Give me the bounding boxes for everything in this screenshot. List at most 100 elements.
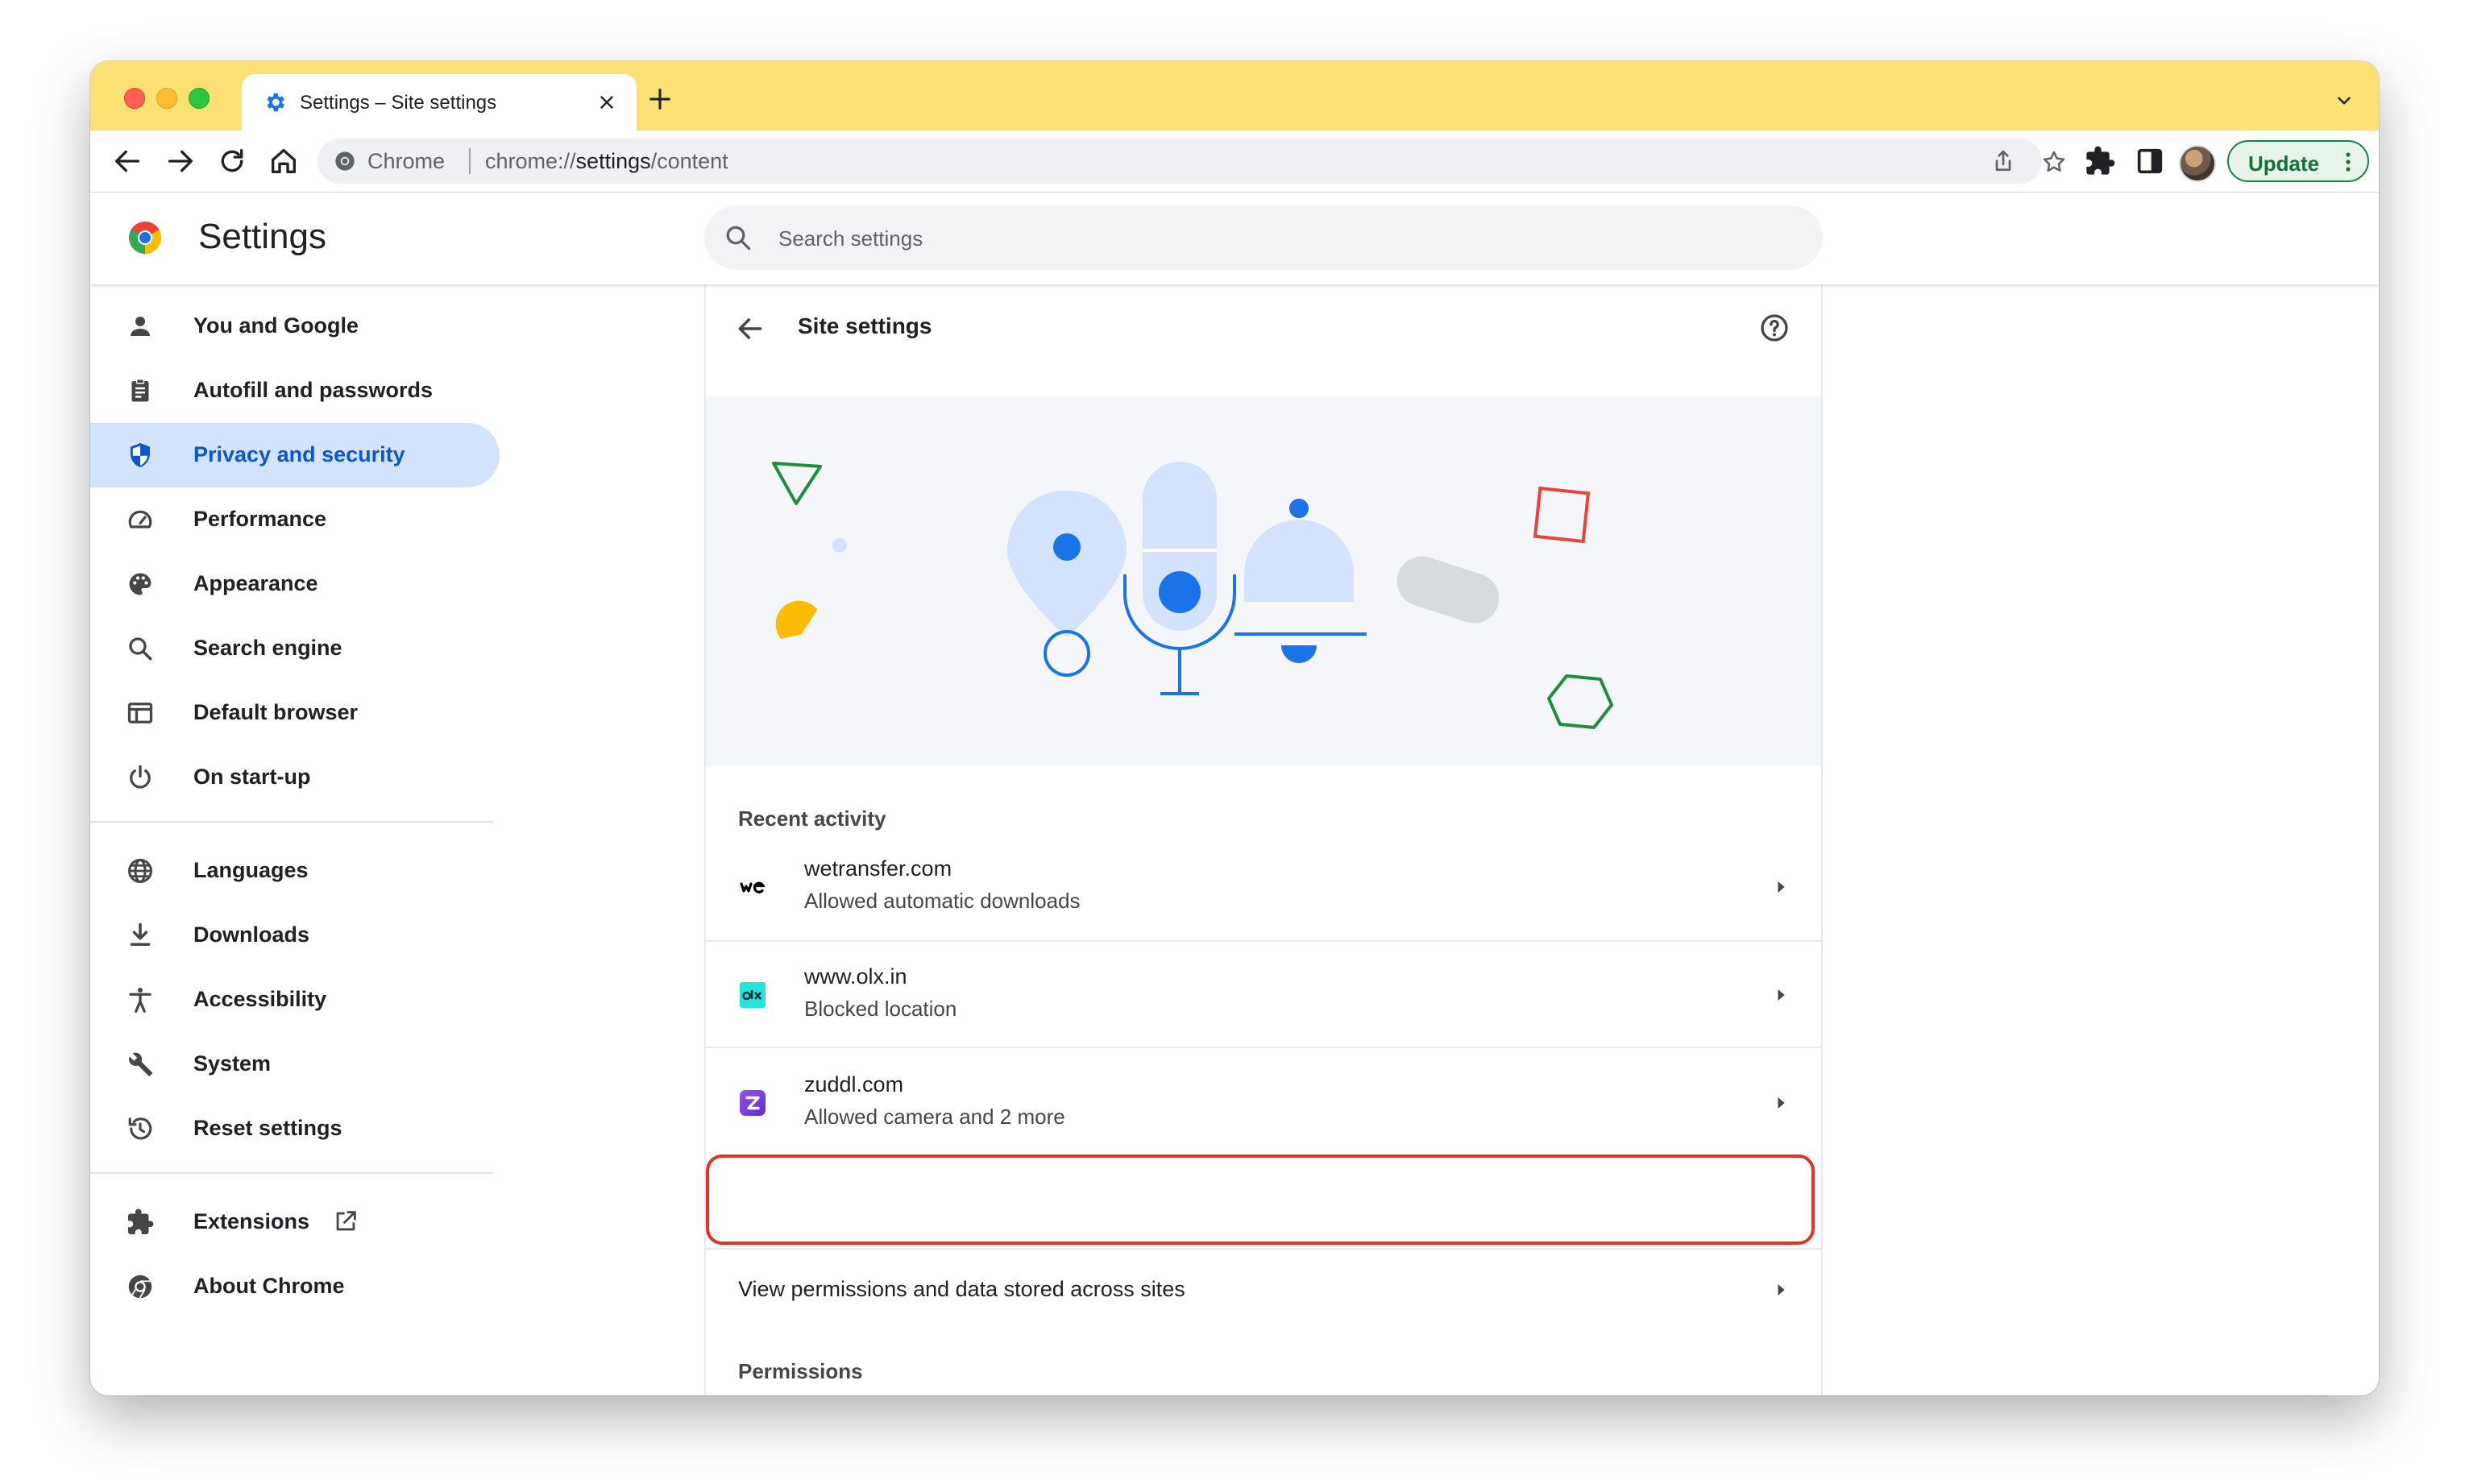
search-input[interactable] (777, 220, 1747, 257)
highlight-outline (706, 1154, 1815, 1245)
sidebar-item-reset-settings[interactable]: Reset settings (90, 1096, 500, 1161)
profile-avatar[interactable] (2179, 145, 2216, 182)
extensions-puzzle-icon[interactable] (2084, 145, 2116, 177)
site-name: zuddl.com (804, 1072, 904, 1096)
shield-icon (131, 443, 150, 467)
chrome-logo-icon (129, 222, 161, 254)
sidebar-item-label: System (193, 1051, 272, 1076)
sidebar-divider (90, 821, 493, 823)
sidebar-item-about-chrome[interactable]: About Chrome (90, 1254, 500, 1319)
search-icon (726, 226, 751, 251)
recent-activity-row[interactable]: zuddl.com Allowed camera and 2 more (706, 1050, 1821, 1156)
address-bar[interactable]: Chrome chrome://settings/content (317, 139, 2065, 184)
sidebar-item-languages[interactable]: Languages (90, 839, 500, 903)
recent-activity-row[interactable]: wetransfer.com Allowed automatic downloa… (706, 834, 1821, 940)
olx-favicon (740, 982, 766, 1008)
accessibility-icon (129, 988, 151, 1013)
arrow-right-icon (1778, 1284, 1785, 1295)
sidebar-item-label: Performance (193, 507, 327, 531)
share-icon[interactable] (1990, 148, 2016, 174)
gear-icon (267, 93, 284, 112)
close-icon[interactable] (596, 92, 617, 113)
zuddl-favicon (740, 1090, 766, 1116)
sidebar-item-label: Downloads (193, 922, 310, 947)
chrome-logo-icon (128, 1275, 152, 1299)
sidebar-item-performance[interactable]: Performance (90, 487, 500, 552)
sidebar-divider (90, 1172, 493, 1174)
sidebar-item-autofill[interactable]: Autofill and passwords (90, 359, 500, 423)
omnibox-chip: Chrome (367, 149, 446, 173)
sidebar-item-accessibility[interactable]: Accessibility (90, 968, 500, 1032)
maximize-window-button[interactable] (189, 88, 210, 109)
site-settings-card: Site settings Recent activity wetransfer… (704, 284, 1823, 1395)
url-text[interactable]: chrome://settings/content (485, 149, 728, 174)
back-arrow-icon[interactable] (735, 313, 766, 344)
settings-sidebar: You and Google Autofill and passwords Pr… (90, 284, 509, 1395)
sidebar-item-downloads[interactable]: Downloads (90, 903, 500, 968)
globe-icon (128, 859, 152, 883)
view-permissions-label: View permissions and data stored across … (738, 1277, 1185, 1301)
power-icon (130, 765, 151, 789)
sidebar-item-label: Languages (193, 858, 309, 882)
sidebar-item-label: Appearance (193, 571, 318, 595)
site-name: wetransfer.com (804, 856, 952, 881)
download-icon (130, 922, 151, 947)
kebab-menu-icon[interactable] (2343, 151, 2353, 172)
tab-settings[interactable]: Settings – Site settings (242, 74, 637, 131)
new-tab-icon[interactable] (646, 85, 674, 113)
forward-arrow-icon[interactable] (164, 145, 197, 177)
sidebar-item-appearance[interactable]: Appearance (90, 552, 500, 616)
content-background (1823, 284, 2379, 1395)
url-scheme: chrome:// (485, 149, 576, 173)
bookmark-star-icon[interactable] (2040, 148, 2068, 176)
sidebar-item-label: Search engine (193, 636, 342, 660)
side-panel-icon[interactable] (2134, 145, 2166, 177)
sidebar-item-label: Reset settings (193, 1116, 342, 1140)
settings-header: Settings (90, 193, 2379, 284)
recent-activity-row[interactable]: www.olx.in Blocked location (706, 942, 1821, 1048)
tab-strip: Settings – Site settings (90, 61, 2379, 131)
browser-window-icon (127, 703, 153, 723)
arrow-right-icon (1778, 1097, 1785, 1109)
sidebar-item-extensions[interactable]: Extensions (90, 1190, 500, 1254)
search-icon (129, 637, 152, 661)
wrench-icon (128, 1052, 152, 1076)
omnibox-separator (469, 148, 471, 174)
sidebar-item-label: Default browser (193, 700, 359, 724)
update-label: Update (2248, 151, 2320, 176)
wetransfer-favicon (740, 881, 766, 893)
back-arrow-icon[interactable] (111, 145, 143, 177)
sidebar-item-search-engine[interactable]: Search engine (90, 616, 500, 681)
sidebar-item-label: Extensions (193, 1209, 310, 1233)
site-permission-summary: Allowed camera and 2 more (804, 1105, 1065, 1129)
person-icon (131, 317, 150, 336)
view-permissions-row[interactable]: View permissions and data stored across … (706, 1250, 1821, 1330)
reload-icon[interactable] (216, 145, 248, 177)
site-permission-summary: Blocked location (804, 997, 957, 1021)
browser-toolbar: Chrome chrome://settings/content Update (90, 131, 2379, 193)
history-icon (128, 1117, 152, 1140)
sidebar-item-on-startup[interactable]: On start-up (90, 745, 500, 810)
chevron-down-icon[interactable] (2334, 90, 2355, 111)
sidebar-item-system[interactable]: System (90, 1032, 500, 1096)
page-title: Site settings (798, 313, 932, 338)
sidebar-item-label: Accessibility (193, 987, 327, 1011)
close-window-button[interactable] (124, 88, 145, 109)
home-icon[interactable] (268, 145, 300, 177)
site-permission-summary: Allowed automatic downloads (804, 889, 1081, 913)
sidebar-item-default-browser[interactable]: Default browser (90, 681, 500, 745)
minimize-window-button[interactable] (156, 88, 177, 109)
site-name: www.olx.in (804, 964, 907, 989)
permissions-heading: Permissions (738, 1359, 863, 1383)
browser-window: Settings – Site settings Chrome chrome:/… (90, 61, 2379, 1395)
chrome-site-icon (335, 151, 355, 171)
sidebar-item-label: Autofill and passwords (193, 378, 434, 402)
clipboard-icon (131, 379, 149, 402)
help-icon[interactable] (1758, 312, 1791, 344)
settings-search[interactable] (704, 205, 1823, 270)
recent-activity-heading: Recent activity (738, 806, 886, 831)
update-button[interactable]: Update (2227, 140, 2369, 182)
arrow-right-icon (1778, 989, 1785, 1001)
sidebar-item-privacy[interactable]: Privacy and security (90, 423, 500, 487)
sidebar-item-you-and-google[interactable]: You and Google (90, 294, 500, 359)
